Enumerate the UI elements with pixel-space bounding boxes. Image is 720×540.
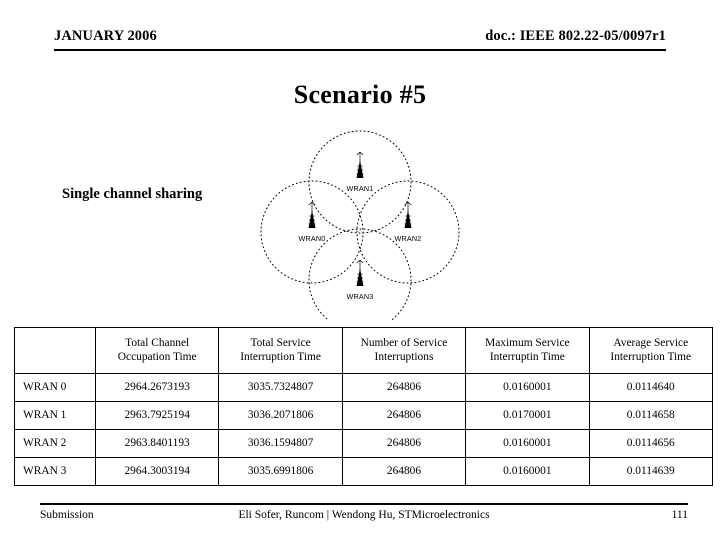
column-header-number-of-service-interruptions: Number of Service Interruptions xyxy=(341,327,467,374)
slide-header: JANUARY 2006 doc.: IEEE 802.22-05/0097r1 xyxy=(54,28,666,52)
cell-total-service-interruption-time: 3036.1594807 xyxy=(218,429,343,458)
slide-footer: Submission Eli Sofer, Runcom | Wendong H… xyxy=(40,503,688,527)
cell-label-wran3: WRAN3 xyxy=(347,292,374,301)
table-header-row: Total Channel Occupation Time Total Serv… xyxy=(14,327,713,374)
tower-icon-wran3 xyxy=(356,259,364,286)
tower-icon-wran1 xyxy=(356,151,364,178)
cell-average-service-interruption-time: 0.0114656 xyxy=(588,429,713,458)
slide-subtitle: Single channel sharing xyxy=(62,186,203,202)
header-line-2: Interruptin Time xyxy=(489,350,565,363)
header-date: JANUARY 2006 xyxy=(54,28,157,44)
header-line-2: Interruption Time xyxy=(610,350,692,363)
cell-total-service-interruption-time: 3035.6991806 xyxy=(218,457,343,486)
cell-number-of-service-interruptions: 264806 xyxy=(341,457,467,486)
cell-maximum-service-interruption-time: 0.0160001 xyxy=(465,429,590,458)
column-header-total-service-interruption-time: Total Service Interruption Time xyxy=(218,327,343,374)
table-row: WRAN 1 2963.7925194 3036.2071806 264806 … xyxy=(14,401,713,430)
column-header-maximum-service-interruption-time: Maximum Service Interruptin Time xyxy=(465,327,590,374)
cell-average-service-interruption-time: 0.0114640 xyxy=(588,373,713,402)
cell-total-channel-occupation-time: 2964.3003194 xyxy=(94,457,220,486)
cell-average-service-interruption-time: 0.0114639 xyxy=(588,457,713,486)
cell-total-channel-occupation-time: 2963.7925194 xyxy=(94,401,220,430)
table-corner-header xyxy=(14,327,96,374)
table-body: WRAN 0 2964.2673193 3035.7324807 264806 … xyxy=(14,373,713,486)
cell-number-of-service-interruptions: 264806 xyxy=(341,373,467,402)
header-line-1: Average Service xyxy=(613,336,689,349)
cell-total-service-interruption-time: 3036.2071806 xyxy=(218,401,343,430)
cell-average-service-interruption-time: 0.0114658 xyxy=(588,401,713,430)
footer-divider xyxy=(40,503,688,505)
column-header-total-channel-occupation-time: Total Channel Occupation Time xyxy=(94,327,220,374)
cell-label-wran1: WRAN1 xyxy=(347,184,374,193)
row-label-wran-1: WRAN 1 xyxy=(14,401,96,430)
cell-total-channel-occupation-time: 2964.2673193 xyxy=(94,373,220,402)
row-label-wran-3: WRAN 3 xyxy=(14,457,96,486)
page-title: Scenario #5 xyxy=(293,80,427,109)
cell-total-channel-occupation-time: 2963.8401193 xyxy=(94,429,220,458)
coverage-circle-wran2 xyxy=(356,180,460,284)
header-line-1: Total Service xyxy=(250,336,311,349)
row-label-wran-0: WRAN 0 xyxy=(14,373,96,402)
header-divider xyxy=(54,49,666,51)
row-label-wran-2: WRAN 2 xyxy=(14,429,96,458)
table-row: WRAN 0 2964.2673193 3035.7324807 264806 … xyxy=(14,373,713,402)
tower-icon-wran2 xyxy=(404,201,412,228)
cell-number-of-service-interruptions: 264806 xyxy=(341,429,467,458)
results-table-container: Total Channel Occupation Time Total Serv… xyxy=(14,327,713,486)
header-line-1: Total Channel xyxy=(125,336,190,349)
header-line-2: Interruption Time xyxy=(240,350,321,363)
table-row: WRAN 3 2964.3003194 3035.6991806 264806 … xyxy=(14,457,713,486)
header-line-1: Number of Service xyxy=(360,336,448,349)
results-table: Total Channel Occupation Time Total Serv… xyxy=(14,327,713,486)
header-line-2: Occupation Time xyxy=(117,350,197,363)
header-document: doc.: IEEE 802.22-05/0097r1 xyxy=(485,28,666,44)
header-line-1: Maximum Service xyxy=(485,336,570,349)
table-row: WRAN 2 2963.8401193 3036.1594807 264806 … xyxy=(14,429,713,458)
cell-maximum-service-interruption-time: 0.0160001 xyxy=(465,373,590,402)
tower-icon-wran0 xyxy=(308,201,316,228)
cell-number-of-service-interruptions: 264806 xyxy=(341,401,467,430)
cell-total-service-interruption-time: 3035.7324807 xyxy=(218,373,343,402)
cell-label-wran0: WRAN0 xyxy=(299,234,326,243)
header-line-2: Interruptions xyxy=(374,350,434,363)
cell-maximum-service-interruption-time: 0.0160001 xyxy=(465,457,590,486)
column-header-average-service-interruption-time: Average Service Interruption Time xyxy=(588,327,713,374)
footer-page-number: 111 xyxy=(671,509,688,521)
footer-authors: Eli Sofer, Runcom | Wendong Hu, STMicroe… xyxy=(238,509,490,521)
wran-coverage-diagram: WRAN1 WRAN0 WRAN2 WRAN3 xyxy=(250,120,470,320)
table-header: Total Channel Occupation Time Total Serv… xyxy=(14,327,713,374)
cell-label-wran2: WRAN2 xyxy=(395,234,422,243)
cell-maximum-service-interruption-time: 0.0170001 xyxy=(465,401,590,430)
